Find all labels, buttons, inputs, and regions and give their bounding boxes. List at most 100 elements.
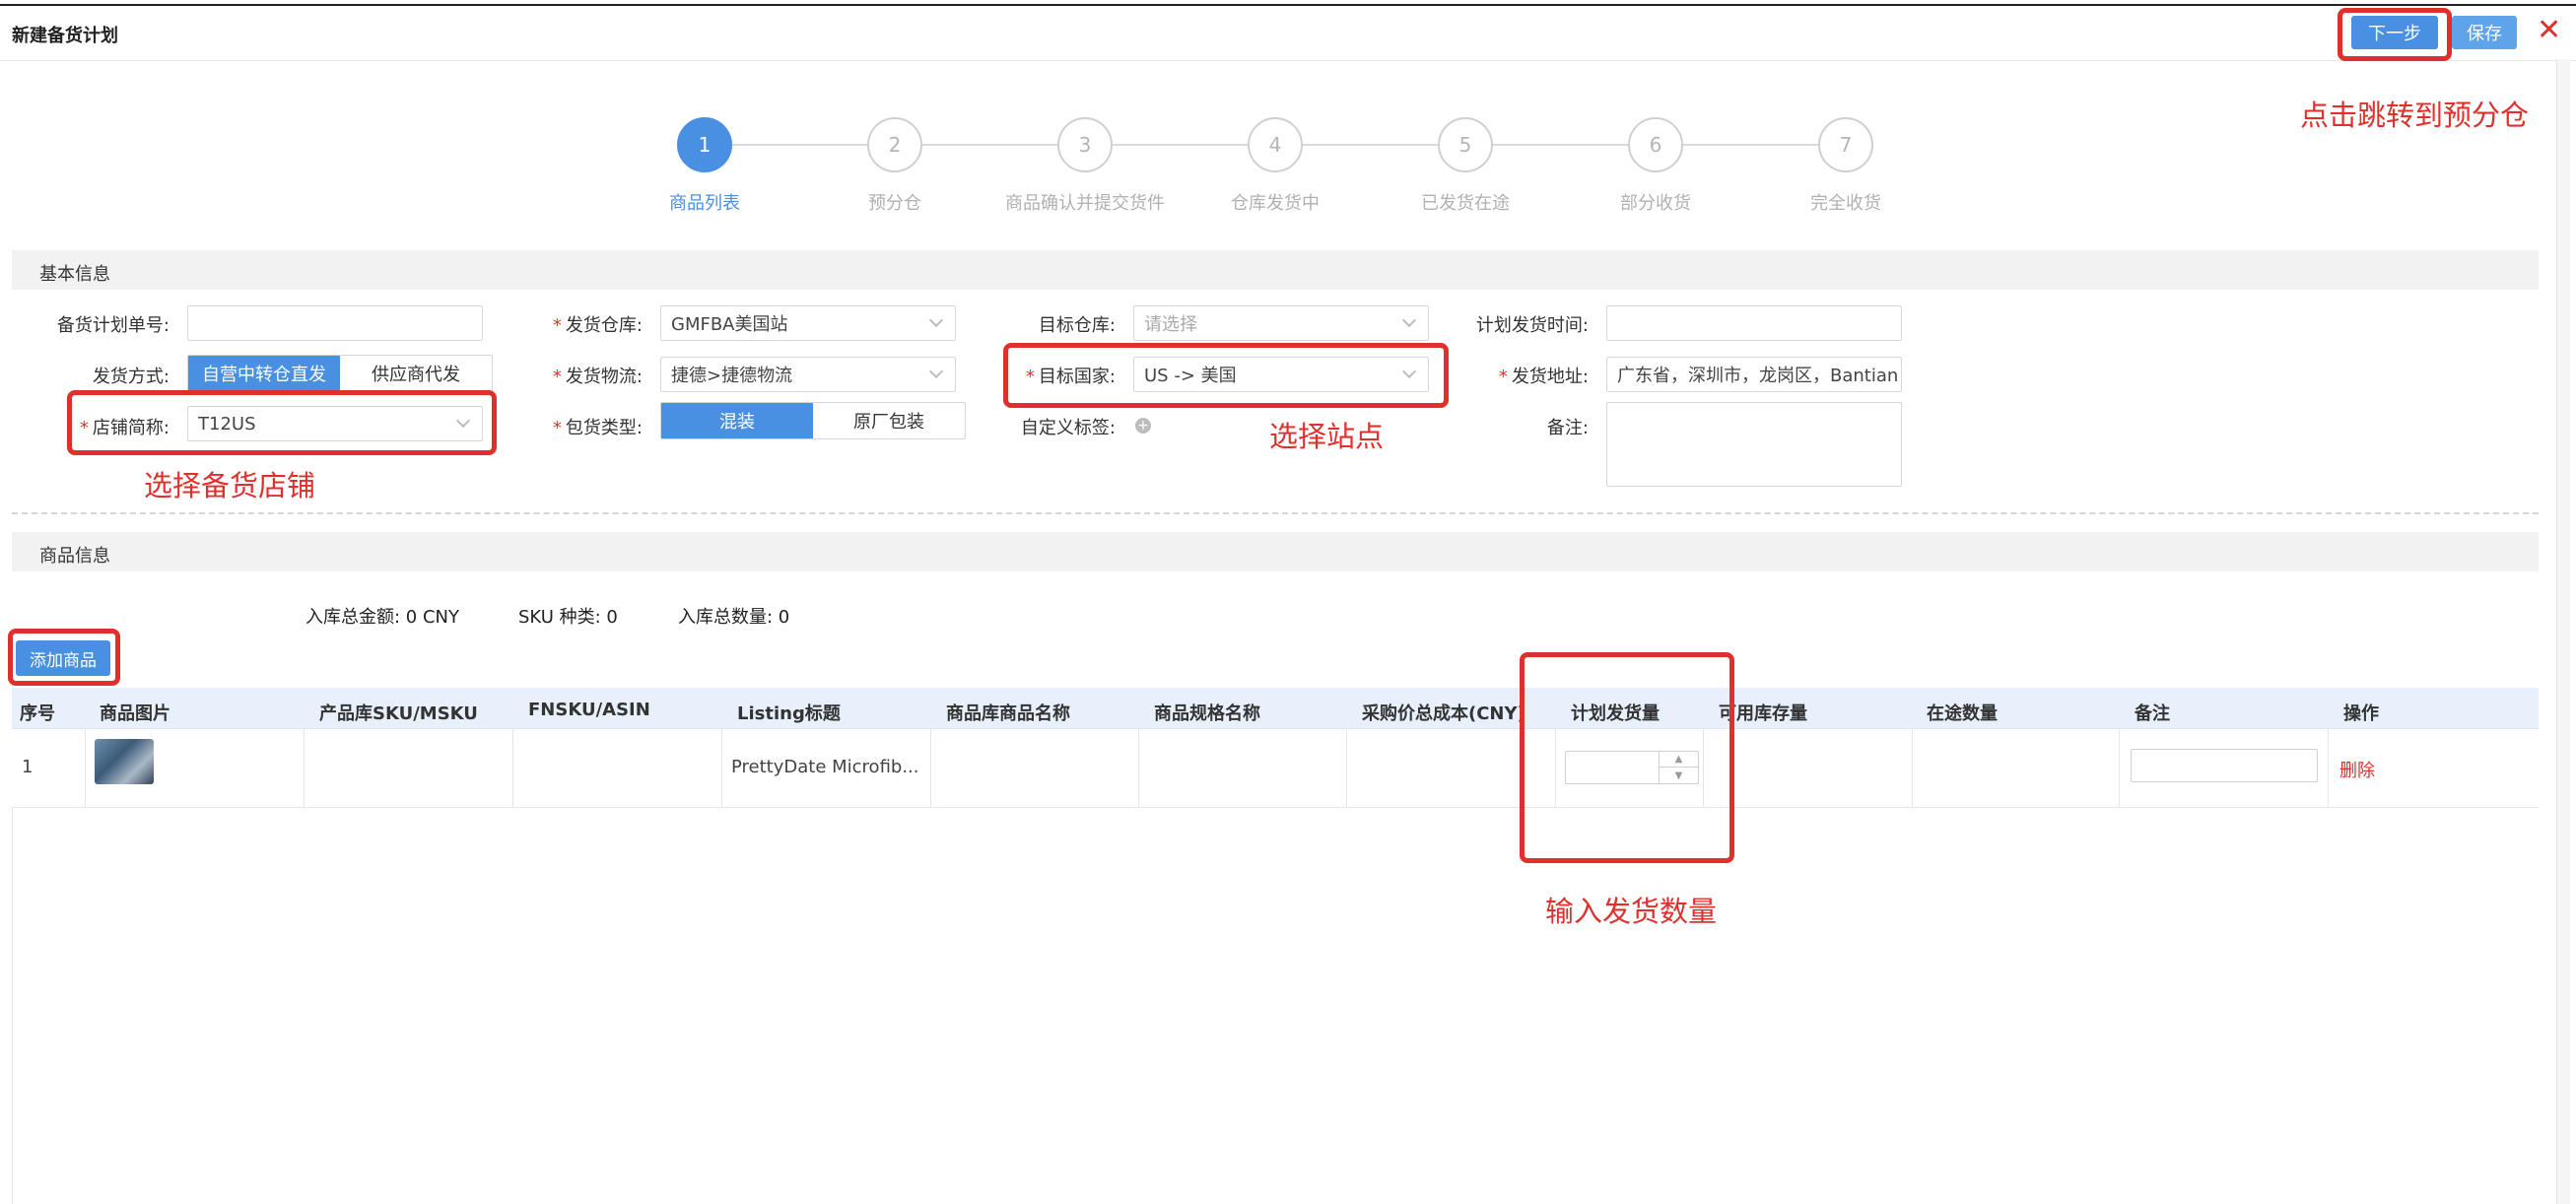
step-5-label: 已发货在途	[1421, 193, 1510, 214]
step-6-circle: 6	[1628, 117, 1683, 172]
chevron-down-icon	[928, 312, 944, 328]
title-bar	[0, 6, 2576, 61]
save-button[interactable]: 保存	[2452, 16, 2517, 49]
shop-hint-note: 选择备货店铺	[144, 469, 316, 502]
goods-info-header	[12, 532, 2539, 571]
qty-hint-note: 输入发货数量	[1545, 895, 1718, 928]
address-input[interactable]: 广东省，深圳市，龙岗区，Bantian	[1606, 357, 1902, 392]
row-listing-title: PrettyDate Microfib...	[731, 757, 919, 777]
chevron-down-icon	[1401, 312, 1417, 328]
basic-info-title: 基本信息	[39, 264, 110, 285]
step-1-label: 商品列表	[669, 193, 740, 214]
col-in-transit: 在途数量	[1927, 703, 1998, 724]
warehouse-value: GMFBA美国站	[671, 314, 788, 335]
site-hint-note: 选择站点	[1269, 420, 1385, 453]
pack-type-label: * 包货类型:	[512, 414, 643, 439]
pack-type-toggle[interactable]: 混装 原厂包装	[660, 402, 966, 439]
col-divider	[1138, 729, 1139, 808]
total-amount: 入库总金额: 0 CNY	[305, 607, 459, 628]
required-mark: *	[552, 367, 562, 387]
step-4-label: 仓库发货中	[1231, 193, 1320, 214]
target-warehouse-select[interactable]: 请选择	[1133, 305, 1429, 341]
pack-type-mixed-option[interactable]: 混装	[661, 403, 813, 438]
step-7-label: 完全收货	[1810, 193, 1881, 214]
remark-textarea[interactable]	[1606, 402, 1902, 487]
delete-link[interactable]: 删除	[2339, 757, 2375, 782]
col-index: 序号	[20, 703, 55, 724]
col-divider	[85, 729, 86, 808]
total-quantity: 入库总数量: 0	[678, 607, 790, 628]
plan-qty-highlight	[1520, 652, 1734, 863]
step-1-circle: 1	[677, 117, 732, 172]
col-spec-name: 商品规格名称	[1154, 703, 1260, 724]
step-3-label: 商品确认并提交货件	[1005, 193, 1165, 214]
ship-method-toggle[interactable]: 自营中转仓直发 供应商代发	[187, 355, 493, 392]
chevron-down-icon	[928, 364, 944, 379]
step-6-label: 部分收货	[1620, 193, 1691, 214]
table-left-border	[12, 808, 13, 1204]
step-2-circle: 2	[867, 117, 922, 172]
col-sku: 产品库SKU/MSKU	[319, 703, 478, 724]
step-4-circle: 4	[1248, 117, 1303, 172]
close-icon[interactable]: ✕	[2537, 14, 2561, 47]
required-mark: *	[552, 315, 562, 336]
target-warehouse-placeholder: 请选择	[1144, 314, 1197, 335]
col-divider	[512, 729, 513, 808]
vertical-scrollbar[interactable]	[2556, 59, 2570, 1204]
address-label: * 发货地址:	[1439, 363, 1589, 388]
row-remark-input[interactable]	[2131, 749, 2318, 782]
ship-method-label: 发货方式:	[92, 367, 169, 387]
col-product-name: 商品库商品名称	[946, 703, 1070, 724]
logistics-select[interactable]: 捷德>捷德物流	[660, 357, 956, 392]
remark-label: 备注:	[1546, 418, 1589, 438]
col-divider	[304, 729, 305, 808]
plan-no-input[interactable]	[187, 305, 483, 341]
col-fnsku: FNSKU/ASIN	[528, 700, 650, 720]
country-highlight	[1003, 343, 1449, 408]
custom-tag-label: 自定义标签:	[1020, 418, 1116, 438]
required-mark: *	[1498, 367, 1508, 387]
step-2-label: 预分仓	[868, 193, 921, 214]
warehouse-select[interactable]: GMFBA美国站	[660, 305, 956, 341]
step-5-circle: 5	[1438, 117, 1493, 172]
ship-method-supplier-option[interactable]: 供应商代发	[340, 356, 492, 391]
window-title: 新建备货计划	[12, 26, 118, 46]
target-warehouse-label: 目标仓库:	[1038, 315, 1116, 336]
col-cost: 采购价总成本(CNY)	[1362, 703, 1525, 724]
col-image: 商品图片	[100, 703, 170, 724]
col-divider	[1346, 729, 1347, 808]
logistics-label: * 发货物流:	[512, 363, 643, 388]
plan-time-input[interactable]	[1606, 305, 1902, 341]
step-3-circle: 3	[1057, 117, 1113, 172]
col-listing: Listing标题	[737, 703, 841, 724]
next-button-highlight	[2338, 8, 2452, 61]
col-divider	[930, 729, 931, 808]
warehouse-label: * 发货仓库:	[512, 311, 643, 337]
col-divider	[2119, 729, 2120, 808]
pack-type-original-option[interactable]: 原厂包装	[813, 403, 965, 438]
sku-count: SKU 种类: 0	[518, 607, 618, 628]
col-actions: 操作	[2343, 703, 2379, 724]
add-goods-highlight	[8, 629, 120, 686]
row-index: 1	[22, 757, 34, 777]
next-hint-note: 点击跳转到预分仓	[2300, 99, 2530, 132]
shop-highlight	[67, 390, 497, 455]
warehouse-label-text: 发货仓库:	[565, 315, 643, 336]
ship-method-self-option[interactable]: 自营中转仓直发	[188, 356, 340, 391]
plan-no-label: 备货计划单号:	[56, 315, 169, 336]
plan-time-label: 计划发货时间:	[1475, 315, 1589, 336]
logistics-label-text: 发货物流:	[565, 367, 643, 387]
required-mark: *	[552, 418, 562, 438]
product-thumbnail[interactable]	[95, 739, 154, 784]
logistics-value: 捷德>捷德物流	[671, 366, 793, 386]
address-label-text: 发货地址:	[1511, 367, 1589, 387]
goods-info-title: 商品信息	[39, 546, 110, 567]
pack-type-label-text: 包货类型:	[565, 418, 643, 438]
basic-info-header	[12, 250, 2539, 290]
add-tag-icon[interactable]: +	[1135, 418, 1151, 434]
section-divider	[12, 512, 2539, 514]
col-divider	[2328, 729, 2329, 808]
col-divider	[1912, 729, 1913, 808]
step-7-circle: 7	[1818, 117, 1873, 172]
col-divider	[721, 729, 722, 808]
